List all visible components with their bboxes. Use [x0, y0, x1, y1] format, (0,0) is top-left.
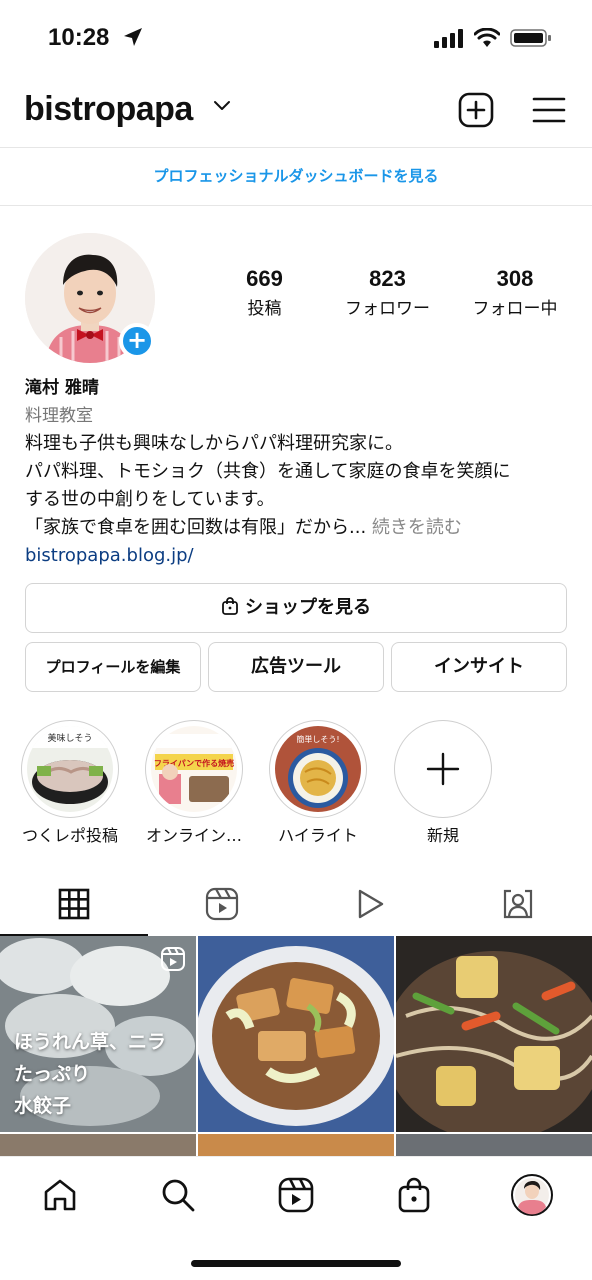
stat-posts[interactable]: 669 投稿 — [222, 266, 307, 319]
username-title[interactable]: bistropapa — [24, 90, 193, 129]
status-time: 10:28 — [48, 24, 110, 51]
stat-value: 823 — [369, 266, 406, 291]
nav-profile[interactable] — [510, 1173, 554, 1217]
new-post-icon[interactable] — [458, 92, 494, 128]
professional-dashboard-link[interactable]: プロフェッショナルダッシュボードを見る — [0, 148, 592, 206]
profile-header: bistropapa — [0, 78, 592, 148]
post-thumbnail[interactable] — [396, 1134, 592, 1156]
reels-icon — [278, 1177, 314, 1213]
cellular-signal-icon — [434, 29, 463, 48]
overlay-line: たっぷり — [14, 1063, 91, 1085]
highlight-cover: フライパンで作る焼売 — [151, 726, 237, 812]
tab-grid[interactable] — [0, 872, 148, 936]
shopping-bag-icon — [398, 1177, 430, 1213]
add-story-button[interactable]: + — [119, 323, 155, 359]
reels-icon — [205, 887, 239, 921]
story-highlight[interactable]: フライパンで作る焼売 オンライン… — [132, 720, 256, 846]
chevron-down-icon[interactable] — [212, 98, 232, 112]
highlight-cover: 簡単しそう! — [275, 726, 361, 812]
stat-label: フォロワー — [345, 299, 430, 319]
website-link[interactable]: bistropapa.blog.jp/ — [25, 542, 575, 570]
bio-line: する世の中創りをしています。 — [25, 489, 275, 510]
view-shop-label: ショップを見る — [245, 597, 371, 618]
highlight-cover: 美味しそう — [27, 726, 113, 812]
view-shop-button[interactable]: ショップを見る — [25, 583, 567, 633]
tagged-person-icon — [503, 889, 533, 919]
tab-videos[interactable] — [296, 872, 444, 936]
bio-line: パパ料理、トモショク（共食）を通して家庭の食卓を笑顔に — [25, 461, 511, 482]
hamburger-menu-icon[interactable] — [532, 96, 566, 124]
content-tabs — [0, 872, 592, 936]
display-name: 滝村 雅晴 — [25, 378, 99, 398]
home-icon — [44, 1179, 76, 1211]
nav-search[interactable] — [156, 1173, 200, 1217]
highlight-label: 新規 — [426, 826, 459, 845]
tab-reels[interactable] — [148, 872, 296, 936]
nav-home[interactable] — [38, 1173, 82, 1217]
location-arrow-icon — [124, 28, 142, 46]
post-overlay-text: ほうれん草、ニラ たっぷり 水餃子 — [14, 1026, 166, 1122]
reel-badge-icon — [161, 947, 185, 971]
highlight-thumb-text: 美味しそう — [47, 732, 92, 744]
nav-shop[interactable] — [392, 1173, 436, 1217]
post-thumbnail[interactable] — [198, 936, 394, 1132]
stat-label: 投稿 — [247, 299, 282, 319]
bio-line: 「家族で食卓を囲む回数は有限」だから... — [25, 517, 367, 538]
insights-button[interactable]: インサイト — [391, 642, 567, 692]
plus-icon — [426, 752, 460, 786]
overlay-line: ほうれん草、ニラ — [14, 1031, 167, 1053]
bio-line-with-more: 「家族で食卓を囲む回数は有限」だから... 続きを読む — [25, 514, 575, 542]
profile-avatar-icon — [511, 1174, 553, 1216]
profile-bio: 滝村 雅晴 料理教室 料理も子供も興味なしからパパ料理研究家に。 パパ料理、トモ… — [25, 374, 575, 570]
stat-value: 669 — [246, 266, 283, 291]
highlight-label: ハイライト — [278, 826, 358, 845]
profile-stats: 669 投稿 823 フォロワー 308 フォロー中 — [222, 266, 572, 319]
status-bar: 10:28 — [0, 0, 592, 78]
stat-value: 308 — [496, 266, 534, 291]
new-highlight-button[interactable]: 新規 — [381, 720, 505, 846]
stat-followers[interactable]: 823 フォロワー — [325, 266, 450, 319]
profile-avatar[interactable]: + — [25, 233, 155, 363]
highlight-label: つくレポ投稿 — [21, 826, 118, 845]
post-thumbnail[interactable] — [198, 1134, 394, 1156]
read-more-link[interactable]: 続きを読む — [372, 517, 462, 538]
play-icon — [358, 889, 384, 919]
overlay-line: 水餃子 — [14, 1095, 72, 1117]
post-grid: ほうれん草、ニラ たっぷり 水餃子 — [0, 936, 592, 1156]
stat-label: フォロー中 — [472, 299, 558, 319]
highlight-label: オンライン… — [145, 826, 242, 845]
post-image — [396, 936, 592, 1132]
tab-tagged[interactable] — [444, 872, 592, 936]
story-highlight[interactable]: 簡単しそう! ハイライト — [256, 720, 380, 846]
shopping-bag-icon — [222, 597, 238, 615]
home-indicator — [191, 1260, 401, 1267]
story-highlight[interactable]: 美味しそう つくレポ投稿 — [8, 720, 132, 846]
post-thumbnail[interactable] — [396, 936, 592, 1132]
search-icon — [162, 1179, 195, 1212]
stat-following[interactable]: 308 フォロー中 — [460, 266, 570, 319]
post-thumbnail[interactable] — [0, 1134, 196, 1156]
profile-category: 料理教室 — [25, 406, 93, 426]
nav-reels[interactable] — [274, 1173, 318, 1217]
battery-icon — [510, 29, 551, 47]
grid-icon — [58, 888, 90, 920]
post-image — [198, 936, 394, 1132]
bio-line: 料理も子供も興味なしからパパ料理研究家に。 — [25, 433, 403, 454]
highlight-thumb-text: 簡単しそう! — [296, 734, 339, 744]
post-thumbnail[interactable]: ほうれん草、ニラ たっぷり 水餃子 — [0, 936, 196, 1132]
wifi-icon — [474, 28, 500, 47]
ad-tools-button[interactable]: 広告ツール — [208, 642, 384, 692]
edit-profile-button[interactable]: プロフィールを編集 — [25, 642, 201, 692]
